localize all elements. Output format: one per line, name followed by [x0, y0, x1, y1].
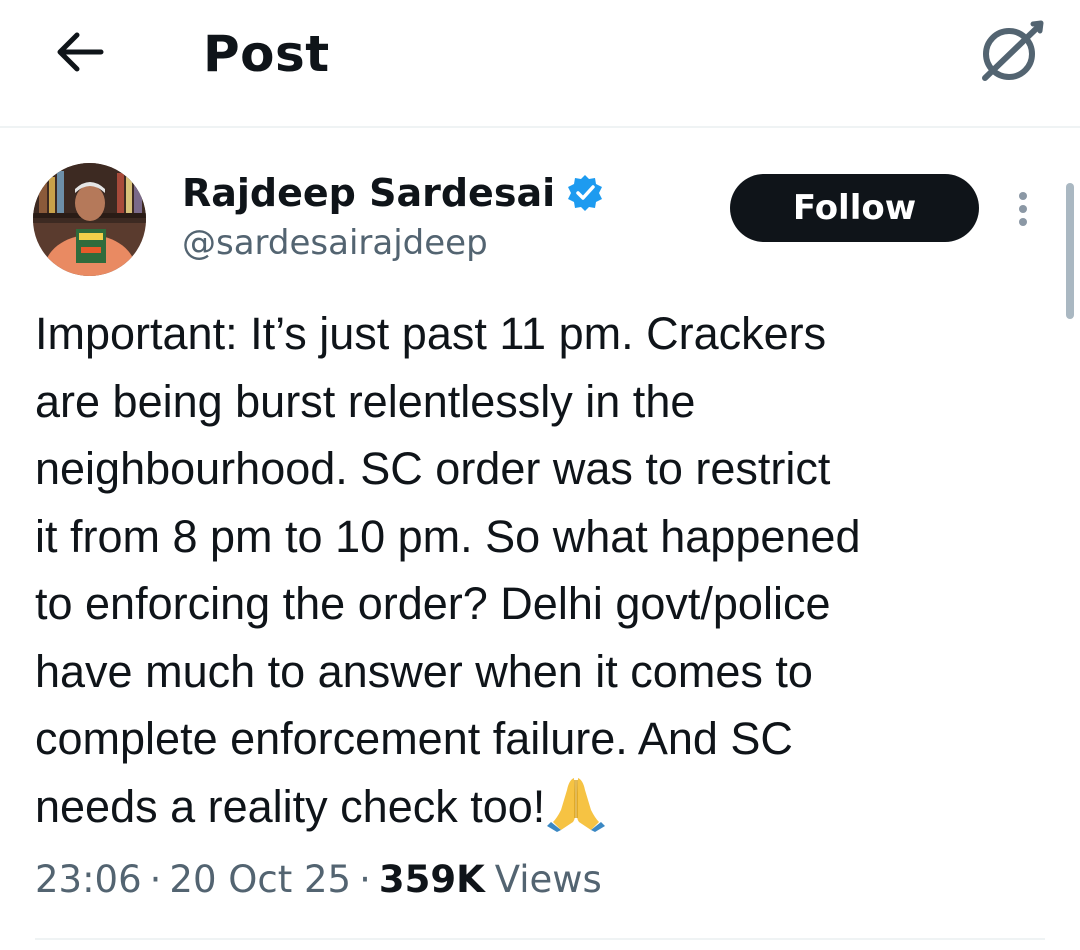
- top-bar: Post: [0, 0, 1080, 128]
- more-dot-icon: [1019, 205, 1027, 213]
- scrollbar[interactable]: [1066, 183, 1074, 319]
- post-text-body: Important: It’s just past 11 pm. Cracker…: [35, 308, 861, 832]
- avatar-photo: [33, 163, 146, 276]
- author-name-text: Rajdeep Sardesai: [182, 171, 556, 215]
- views-label[interactable]: Views: [495, 854, 602, 906]
- author-handle[interactable]: @sardesairajdeep: [182, 220, 488, 266]
- grok-slash-icon: [982, 20, 1044, 81]
- arrow-left-icon: [57, 32, 104, 72]
- follow-button[interactable]: Follow: [730, 174, 979, 242]
- post-meta: 23:06 · 20 Oct 25 · 359K Views: [35, 854, 602, 906]
- views-count[interactable]: 359K: [379, 854, 485, 906]
- more-dot-icon: [1019, 218, 1027, 226]
- author-name[interactable]: Rajdeep Sardesai: [182, 168, 605, 218]
- post-text: Important: It’s just past 11 pm. Cracker…: [35, 300, 1035, 840]
- separator-dot: ·: [149, 858, 162, 901]
- back-button[interactable]: [46, 24, 112, 80]
- post-detail-page: Post Rajdeep Sardesai @sardesairajdeep F…: [0, 0, 1080, 950]
- grok-button[interactable]: [972, 18, 1048, 84]
- more-dot-icon: [1019, 192, 1027, 200]
- divider: [35, 938, 1045, 940]
- page-title: Post: [203, 25, 330, 83]
- separator-dot: ·: [359, 858, 371, 901]
- post-date[interactable]: 20 Oct 25: [169, 854, 351, 906]
- avatar[interactable]: [33, 163, 146, 276]
- folded-hands-emoji-icon: [547, 774, 606, 832]
- more-options-button[interactable]: [1006, 186, 1040, 232]
- post-time[interactable]: 23:06: [35, 854, 142, 906]
- verified-badge-icon: [568, 175, 603, 211]
